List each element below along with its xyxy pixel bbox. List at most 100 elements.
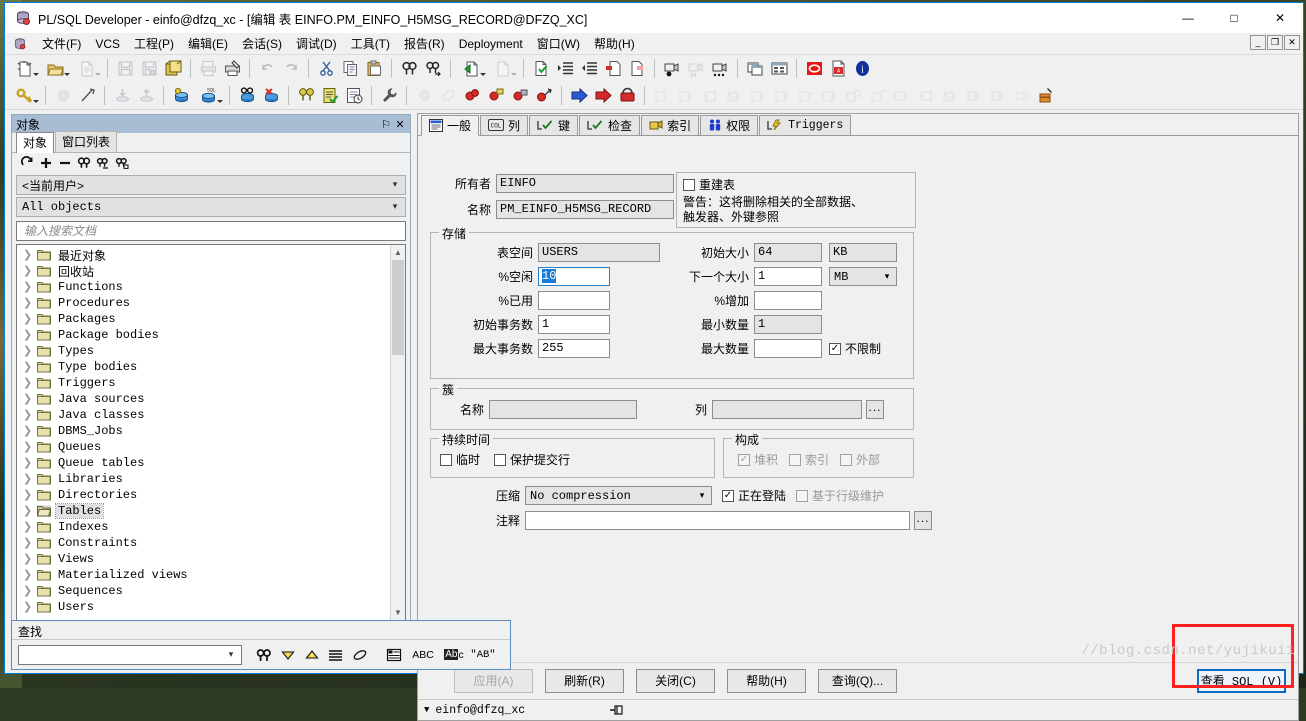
tab-general[interactable]: 一般 (421, 115, 480, 136)
pct-increase-field[interactable] (754, 291, 822, 310)
comment-field[interactable] (525, 511, 910, 530)
status-dropdown-icon[interactable]: ▼ (424, 705, 429, 715)
menu-item-tools[interactable]: 工具(T) (344, 33, 397, 54)
tree-item[interactable]: ❯ Queue tables (17, 455, 390, 471)
save-all-icon[interactable] (137, 57, 161, 80)
tree-item[interactable]: ❯ Libraries (17, 471, 390, 487)
chevron-right-icon[interactable]: ❯ (23, 584, 37, 598)
run-debug-icon[interactable] (460, 84, 484, 107)
highlight-icon[interactable] (348, 644, 372, 666)
initrans-field[interactable]: 1 (538, 315, 610, 334)
external-checkbox[interactable]: 外部 (840, 451, 880, 468)
chevron-right-icon[interactable]: ❯ (23, 264, 37, 278)
tree-item[interactable]: ❯ Type bodies (17, 359, 390, 375)
search-input[interactable] (22, 223, 400, 239)
menu-item-session[interactable]: 会话(S) (235, 33, 289, 54)
chevron-right-icon[interactable]: ❯ (23, 328, 37, 342)
tree-item[interactable]: ❯ Materialized views (17, 567, 390, 583)
tree-item[interactable]: ❯ Package bodies (17, 327, 390, 343)
wizard-new-icon[interactable] (650, 84, 674, 107)
rollback-icon[interactable] (591, 84, 615, 107)
panel-icon[interactable] (382, 644, 406, 666)
query-button[interactable]: 查询(Q)... (818, 668, 897, 693)
chevron-right-icon[interactable]: ❯ (23, 456, 37, 470)
import-data-icon[interactable] (110, 84, 134, 107)
tree-item[interactable]: ❯ Functions (17, 279, 390, 295)
toolbox-icon[interactable] (1034, 84, 1058, 107)
run-selection-icon[interactable] (487, 57, 518, 80)
clear-breakpoints-icon[interactable] (436, 84, 460, 107)
wizard-step-icon[interactable] (746, 84, 770, 107)
mdi-maximize-button[interactable]: ❐ (1267, 35, 1283, 50)
export-data-icon[interactable] (134, 84, 158, 107)
recent-files-icon[interactable] (71, 57, 102, 80)
find-up-icon[interactable] (300, 644, 324, 666)
chevron-right-icon[interactable]: ❯ (23, 568, 37, 582)
close-button[interactable]: 关闭(C) (636, 668, 715, 693)
menu-item-file[interactable]: 文件(F) (35, 33, 88, 54)
tablespace-field[interactable]: USERS (538, 243, 660, 262)
wizard-reload-icon[interactable] (938, 84, 962, 107)
row-movement-checkbox[interactable]: 基于行级维护 (796, 487, 884, 504)
find-all-icon[interactable] (324, 644, 348, 666)
tree-item[interactable]: ❯ Users (17, 599, 390, 615)
tree-item[interactable]: ❯ Directories (17, 487, 390, 503)
menu-item-debug[interactable]: 调试(D) (289, 33, 344, 54)
object-tree[interactable]: ❯ 最近对象 ❯ 回收站 ❯ Functions ❯ Procedures ❯ Packages ❯… (17, 245, 390, 620)
temporary-checkbox[interactable]: 临时 (440, 451, 480, 468)
minimize-button[interactable]: — (1165, 3, 1211, 33)
tree-item[interactable]: ❯ Types (17, 343, 390, 359)
copy-icon[interactable] (338, 57, 362, 80)
apply-button[interactable]: 应用(A) (454, 668, 533, 693)
tree-item[interactable]: ❯ Triggers (17, 375, 390, 391)
name-field[interactable]: PM_EINFO_H5MSG_RECORD (496, 200, 674, 219)
tree-item[interactable]: ❯ Packages (17, 311, 390, 327)
step-out-icon[interactable] (532, 84, 556, 107)
tab-columns[interactable]: COL 列 (480, 115, 529, 135)
object-type-filter-combo[interactable]: All objects ▾ (16, 197, 406, 217)
next-size-unit-combo[interactable]: MB ▾ (829, 267, 897, 286)
cut-icon[interactable] (314, 57, 338, 80)
tree-item[interactable]: ❯ Tables (17, 503, 390, 519)
comment-browse-button[interactable]: ... (914, 511, 932, 530)
step-into-icon[interactable] (508, 84, 532, 107)
wizard-move-icon[interactable] (986, 84, 1010, 107)
tree-scrollbar[interactable]: ▲ ▼ (390, 245, 405, 620)
object-search-box[interactable] (16, 221, 406, 241)
scrollbar-thumb[interactable] (392, 260, 404, 355)
sql-window-icon[interactable] (169, 84, 193, 107)
tree-item[interactable]: ❯ 回收站 (17, 263, 390, 279)
initial-size-unit-field[interactable]: KB (829, 243, 897, 262)
chevron-right-icon[interactable]: ❯ (23, 536, 37, 550)
preserve-rows-checkbox[interactable]: 保护提交行 (494, 451, 570, 468)
pct-used-field[interactable] (538, 291, 610, 310)
paste-icon[interactable] (362, 57, 386, 80)
find-input-combo[interactable]: ▾ (18, 644, 242, 665)
outdent-icon[interactable] (577, 57, 601, 80)
tree-item[interactable]: ❯ Procedures (17, 295, 390, 311)
chevron-right-icon[interactable]: ❯ (23, 344, 37, 358)
wizard-arrow-icon[interactable] (1010, 84, 1034, 107)
chevron-right-icon[interactable]: ❯ (23, 312, 37, 326)
pdf-icon[interactable]: A (826, 57, 850, 80)
collapse-icon[interactable] (56, 155, 73, 172)
tab-keys[interactable]: 键 (529, 115, 579, 135)
panel-close-icon[interactable]: ✕ (393, 118, 407, 131)
comment-icon[interactable] (601, 57, 625, 80)
menu-item-vcs[interactable]: VCS (88, 35, 127, 53)
find-input[interactable] (23, 646, 203, 663)
chevron-right-icon[interactable]: ❯ (23, 504, 37, 518)
test-script-icon[interactable] (318, 84, 342, 107)
heap-checkbox[interactable]: ✓ 堆积 (738, 451, 778, 468)
user-filter-combo[interactable]: <当前用户> ▾ (16, 175, 406, 195)
redo-icon[interactable] (279, 57, 303, 80)
tree-item[interactable]: ❯ Java classes (17, 407, 390, 423)
wizard-dots-icon[interactable] (866, 84, 890, 107)
print-setup-icon[interactable] (220, 57, 244, 80)
info-icon[interactable]: i (850, 57, 874, 80)
tree-item[interactable]: ❯ DBMS_Jobs (17, 423, 390, 439)
step-over-icon[interactable] (484, 84, 508, 107)
key-login-icon[interactable] (9, 84, 40, 107)
maximize-button[interactable]: □ (1211, 3, 1257, 33)
chevron-right-icon[interactable]: ❯ (23, 440, 37, 454)
